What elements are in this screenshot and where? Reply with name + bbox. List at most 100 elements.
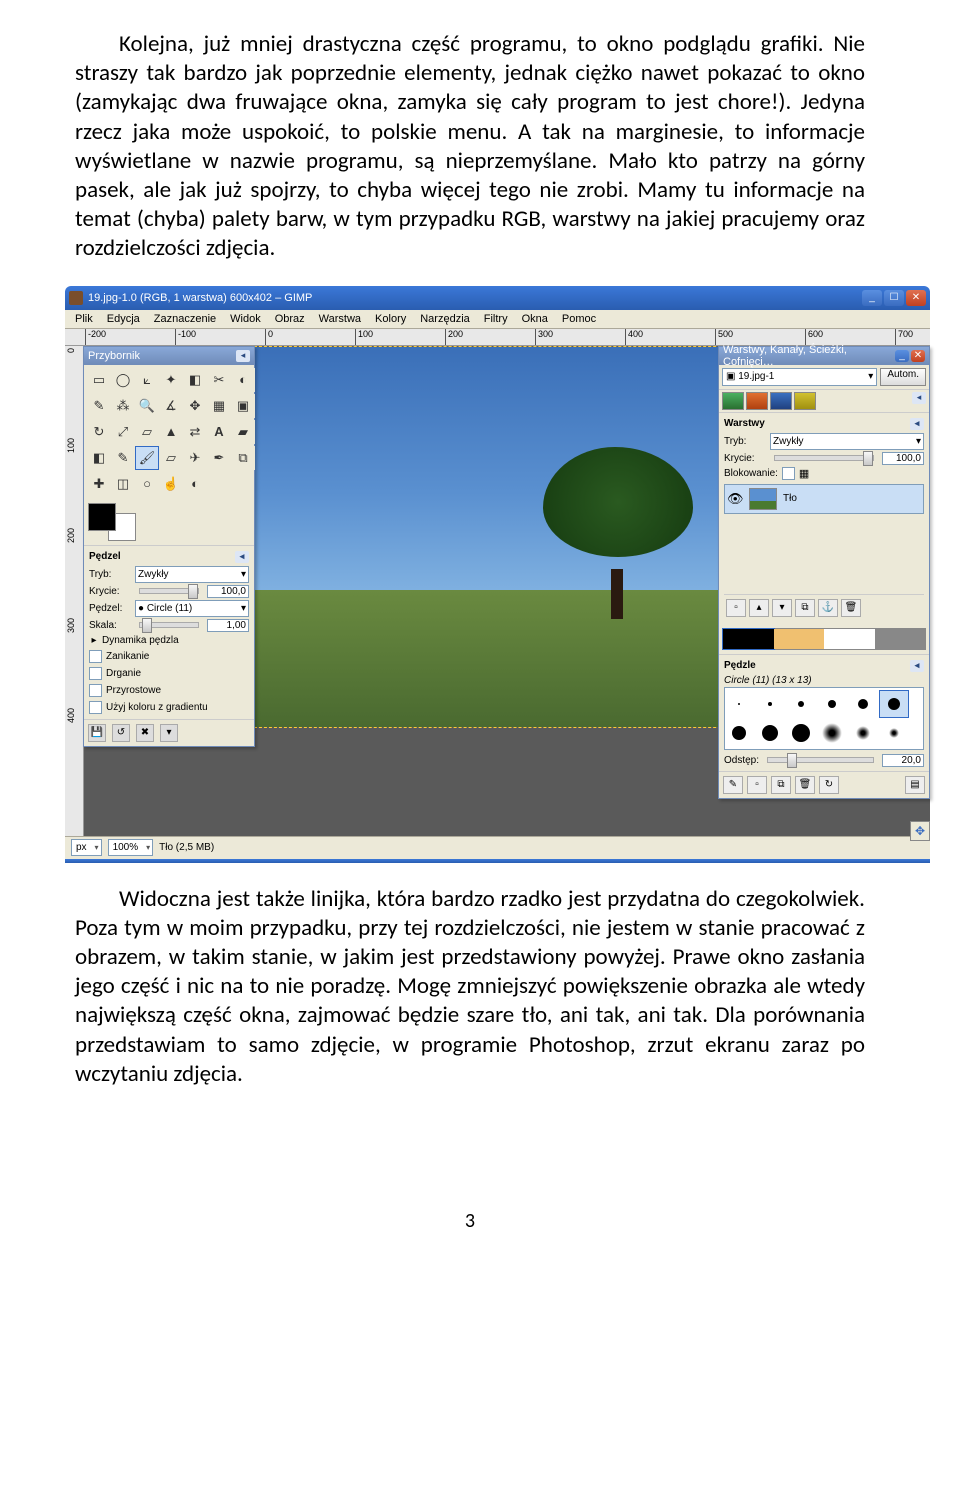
layers-collapse-button[interactable]: ◂ xyxy=(910,418,924,430)
brush-preset[interactable] xyxy=(725,720,753,746)
align-tool-icon[interactable]: ▦ xyxy=(207,394,231,418)
reset-options-icon[interactable]: ▾ xyxy=(160,724,178,742)
delete-layer-button[interactable]: 🗑 xyxy=(841,599,861,617)
status-zoom-select[interactable]: 100% xyxy=(108,839,154,856)
new-layer-button[interactable]: ▫ xyxy=(726,599,746,617)
restore-options-icon[interactable]: ↺ xyxy=(112,724,130,742)
pencil-tool-icon[interactable]: ✎ xyxy=(111,446,135,470)
duplicate-brush-button[interactable]: ⧉ xyxy=(771,776,791,794)
dodge-tool-icon[interactable]: ◐ xyxy=(183,472,207,496)
blur-tool-icon[interactable]: ○ xyxy=(135,472,159,496)
layers-panel-titlebar[interactable]: Warstwy, Kanały, Ścieżki, Cofnięci… _ ✕ xyxy=(719,347,929,365)
paths-tool-icon[interactable]: ✎ xyxy=(87,394,111,418)
ruler-vertical[interactable]: 0 100 200 300 400 xyxy=(65,346,84,836)
fg-select-tool-icon[interactable]: ◐ xyxy=(231,368,255,392)
bucket-tool-icon[interactable]: ▰ xyxy=(231,420,255,444)
menu-help[interactable]: Pomoc xyxy=(556,312,602,326)
panel-minimize-button[interactable]: _ xyxy=(895,350,909,362)
rect-select-tool-icon[interactable]: ▭ xyxy=(87,368,111,392)
tab-layers-icon[interactable] xyxy=(722,392,744,410)
panel-close-button[interactable]: ✕ xyxy=(911,350,925,362)
brush-preset[interactable] xyxy=(818,691,846,717)
smudge-tool-icon[interactable]: ☝ xyxy=(159,472,183,496)
brush-preset[interactable] xyxy=(849,691,877,717)
layer-name[interactable]: Tło xyxy=(783,493,797,504)
lasso-tool-icon[interactable]: ⟀ xyxy=(135,368,159,392)
minimize-button[interactable]: _ xyxy=(862,290,882,306)
fuzzy-select-tool-icon[interactable]: ✦ xyxy=(159,368,183,392)
open-as-image-button[interactable]: ▤ xyxy=(905,776,925,794)
color-picker-tool-icon[interactable]: ⁂ xyxy=(111,394,135,418)
airbrush-tool-icon[interactable]: ✈ xyxy=(183,446,207,470)
delete-options-icon[interactable]: ✖ xyxy=(136,724,154,742)
toolbox-panel[interactable]: Przybornik ◂ ▭ ◯ ⟀ ✦ ◧ ✂ ◐ ✎ ⁂ 🔍 ∡ ✥ ▦ ▣… xyxy=(83,346,255,747)
toolbox-titlebar[interactable]: Przybornik ◂ xyxy=(84,347,254,365)
menu-image[interactable]: Obraz xyxy=(269,312,311,326)
maximize-button[interactable]: ☐ xyxy=(884,290,904,306)
close-button[interactable]: ✕ xyxy=(906,290,926,306)
jitter-checkbox[interactable] xyxy=(89,667,102,680)
menu-view[interactable]: Widok xyxy=(224,312,267,326)
opacity-value[interactable]: 100,0 xyxy=(207,585,249,598)
gradient-preview[interactable] xyxy=(722,628,926,650)
visibility-eye-icon[interactable]: 👁 xyxy=(727,491,743,507)
brush-preset[interactable] xyxy=(818,720,846,746)
paintbrush-tool-icon[interactable]: 🖌 xyxy=(135,446,159,470)
brush-preset[interactable] xyxy=(880,720,908,746)
spacing-value[interactable]: 20,0 xyxy=(882,754,924,767)
brush-preset[interactable] xyxy=(787,691,815,717)
new-brush-button[interactable]: ▫ xyxy=(747,776,767,794)
scale-tool-icon[interactable]: ⤢ xyxy=(111,420,135,444)
menu-tools[interactable]: Narzędzia xyxy=(414,312,476,326)
clone-tool-icon[interactable]: ⧉ xyxy=(231,446,255,470)
perspective-clone-tool-icon[interactable]: ◫ xyxy=(111,472,135,496)
tab-paths-icon[interactable] xyxy=(770,392,792,410)
incremental-checkbox[interactable] xyxy=(89,684,102,697)
lower-layer-button[interactable]: ▾ xyxy=(772,599,792,617)
scale-value[interactable]: 1,00 xyxy=(207,619,249,632)
spacing-slider[interactable] xyxy=(767,757,874,763)
layer-mode-select[interactable]: Zwykły▾ xyxy=(770,433,924,450)
navigation-button[interactable]: ✥ xyxy=(910,821,930,841)
save-options-icon[interactable]: 💾 xyxy=(88,724,106,742)
options-collapse-button[interactable]: ◂ xyxy=(235,551,249,563)
scale-slider[interactable] xyxy=(139,622,199,628)
measure-tool-icon[interactable]: ∡ xyxy=(159,394,183,418)
menu-windows[interactable]: Okna xyxy=(516,312,554,326)
menu-filters[interactable]: Filtry xyxy=(478,312,514,326)
scissors-tool-icon[interactable]: ✂ xyxy=(207,368,231,392)
brush-preset[interactable] xyxy=(756,691,784,717)
ellipse-select-tool-icon[interactable]: ◯ xyxy=(111,368,135,392)
status-unit-select[interactable]: px xyxy=(71,839,102,856)
anchor-layer-button[interactable]: ⚓ xyxy=(818,599,838,617)
auto-button[interactable]: Autom. xyxy=(880,368,926,386)
brush-preset[interactable] xyxy=(880,691,908,717)
brush-preset[interactable] xyxy=(756,720,784,746)
crop-tool-icon[interactable]: ▣ xyxy=(231,394,255,418)
window-titlebar[interactable]: 19.jpg-1.0 (RGB, 1 warstwa) 600x402 – GI… xyxy=(65,286,930,310)
shear-tool-icon[interactable]: ▱ xyxy=(135,420,159,444)
tabs-menu-button[interactable]: ◂ xyxy=(912,392,926,404)
flip-tool-icon[interactable]: ⇄ xyxy=(183,420,207,444)
lock-pixels-checkbox[interactable] xyxy=(782,467,795,480)
tab-channels-icon[interactable] xyxy=(746,392,768,410)
layer-row[interactable]: 👁 Tło xyxy=(724,484,924,514)
image-canvas[interactable]: FreeFoto.c xyxy=(234,346,796,728)
layer-thumbnail[interactable] xyxy=(749,488,777,510)
menu-file[interactable]: Plik xyxy=(69,312,99,326)
tab-undo-icon[interactable] xyxy=(794,392,816,410)
brushes-collapse-button[interactable]: ◂ xyxy=(910,660,924,672)
lock-alpha-icon[interactable]: ▦ xyxy=(799,467,809,480)
rotate-tool-icon[interactable]: ↻ xyxy=(87,420,111,444)
mode-select[interactable]: Zwykły▾ xyxy=(135,566,249,583)
refresh-brushes-button[interactable]: ↻ xyxy=(819,776,839,794)
perspective-tool-icon[interactable]: ▲ xyxy=(159,420,183,444)
brush-dynamics-expander[interactable]: ▸Dynamika pędzla xyxy=(89,633,249,648)
raise-layer-button[interactable]: ▴ xyxy=(749,599,769,617)
ink-tool-icon[interactable]: ✒ xyxy=(207,446,231,470)
brush-preset[interactable] xyxy=(787,720,815,746)
brush-preset[interactable] xyxy=(849,720,877,746)
brush-select[interactable]: ● Circle (11)▾ xyxy=(135,600,249,617)
gradient-checkbox[interactable] xyxy=(89,701,102,714)
layers-panel[interactable]: Warstwy, Kanały, Ścieżki, Cofnięci… _ ✕ … xyxy=(718,346,930,799)
